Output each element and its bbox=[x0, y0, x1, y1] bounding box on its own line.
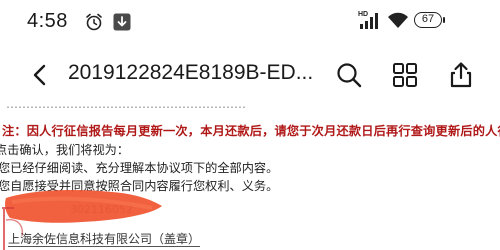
battery-tip bbox=[443, 17, 445, 23]
company-seal-text: 上海余佐信息科技有限公司（盖章） bbox=[8, 230, 201, 247]
document-viewer-screen: 4:58 HD 67 2019122824E8189B-ED... 注：因人行征… bbox=[0, 0, 500, 250]
wifi-icon bbox=[387, 11, 409, 33]
download-icon bbox=[112, 12, 132, 36]
cut-off-text-line: …………………………………………………… bbox=[6, 106, 246, 111]
network-label: HD bbox=[358, 11, 368, 18]
hd-signal-icon: HD bbox=[358, 9, 382, 35]
share-icon[interactable] bbox=[446, 60, 476, 90]
status-bar: 4:58 HD 67 bbox=[0, 0, 500, 42]
title-bar: 2019122824E8189B-ED... bbox=[0, 42, 500, 106]
agreement-read-text: 您已经仔细阅读、充分理解本协议项下的全部内容。 bbox=[0, 161, 279, 175]
company-name: 上海余佐信息科技有限公司（盖章） bbox=[8, 232, 201, 247]
document-page[interactable]: …………………………………………………… 注：因人行征信报告每月更新一次，本月还… bbox=[0, 106, 500, 250]
back-arrow-icon[interactable] bbox=[28, 62, 54, 88]
confirm-text: 点击确认，我们将视为： bbox=[0, 143, 130, 157]
status-time: 4:58 bbox=[27, 10, 68, 32]
grid-view-icon[interactable] bbox=[390, 60, 420, 90]
alarm-clock-icon bbox=[84, 12, 104, 36]
credit-report-notice: 注：因人行征信报告每月更新一次，本月还款后，请您于次月还款日后再行查询更新后的人… bbox=[2, 124, 500, 138]
search-icon[interactable] bbox=[334, 60, 364, 90]
battery-icon: 67 bbox=[414, 12, 442, 28]
document-title: 2019122824E8189B-ED... bbox=[68, 61, 314, 84]
